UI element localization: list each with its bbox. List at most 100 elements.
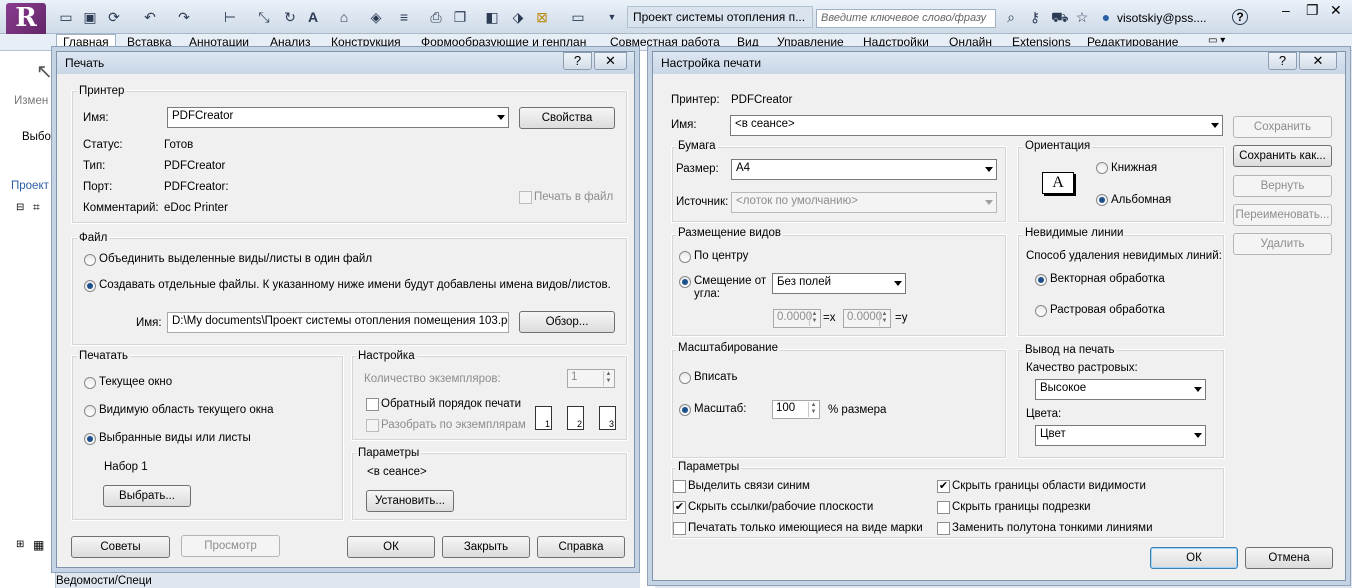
- file-name-input[interactable]: D:\My documents\Проект системы отопления…: [167, 312, 509, 333]
- close-app-icon[interactable]: ✕: [1330, 2, 1342, 19]
- tab-annotate[interactable]: Аннотации: [189, 35, 249, 49]
- user-icon[interactable]: ●: [1098, 9, 1114, 25]
- reverse-order-checkbox[interactable]: [366, 398, 379, 411]
- setup-button[interactable]: Установить...: [366, 490, 454, 512]
- select-button[interactable]: Выбрать...: [103, 485, 191, 507]
- option-halftone-checkbox[interactable]: [937, 522, 950, 535]
- colors-select[interactable]: Цвет: [1035, 425, 1206, 446]
- tab-extensions[interactable]: Extensions: [1012, 35, 1071, 49]
- ribbon-toggle-icon[interactable]: ▭ ▾: [1208, 35, 1225, 46]
- separate-files-radio[interactable]: [84, 280, 96, 292]
- redo-icon[interactable]: ↷: [176, 9, 192, 25]
- zoom-input[interactable]: 100 ▲ ▼: [772, 400, 820, 419]
- undo-icon[interactable]: ↶: [142, 9, 158, 25]
- selected-views-radio[interactable]: [84, 433, 96, 445]
- 3d-view-icon[interactable]: ⌂: [336, 9, 352, 25]
- open-icon[interactable]: ▭: [58, 9, 74, 25]
- current-window-radio[interactable]: [84, 377, 96, 389]
- offset-radio[interactable]: [679, 276, 691, 288]
- switch-windows-icon[interactable]: ❐: [452, 9, 468, 25]
- preview-button[interactable]: Просмотр: [181, 535, 280, 557]
- option-highlight-links-checkbox[interactable]: [673, 480, 686, 493]
- revert-button[interactable]: Вернуть: [1233, 175, 1332, 197]
- tab-analyze[interactable]: Анализ: [270, 35, 311, 49]
- minimize-icon[interactable]: –: [1282, 2, 1290, 18]
- portrait-radio[interactable]: [1096, 162, 1108, 174]
- help-icon[interactable]: ?: [1232, 9, 1248, 25]
- measure-icon[interactable]: ⊢: [222, 9, 238, 25]
- tab-addins[interactable]: Надстройки: [863, 35, 929, 49]
- print-help-button[interactable]: ?: [563, 52, 592, 70]
- rotate-icon[interactable]: ⬗: [510, 9, 526, 25]
- setup-ok-button[interactable]: ОК: [1150, 547, 1238, 569]
- tree-expand-icon[interactable]: ⊟: [16, 202, 24, 213]
- raster-radio[interactable]: [1035, 305, 1047, 317]
- paper-source-select[interactable]: <лоток по умолчанию>: [731, 192, 997, 213]
- thin-lines-icon[interactable]: ≡: [396, 9, 412, 25]
- tab-view[interactable]: Вид: [737, 35, 759, 49]
- tab-massing[interactable]: Формообразующие и генплан: [421, 35, 586, 49]
- dropdown-icon[interactable]: ▼: [604, 9, 620, 25]
- print-ok-button[interactable]: ОК: [347, 536, 435, 558]
- filter-icon[interactable]: ⊠: [534, 9, 550, 25]
- paper-size-select[interactable]: A4: [731, 159, 997, 180]
- option-print-tags-checkbox[interactable]: [673, 522, 686, 535]
- print-to-file-checkbox[interactable]: [519, 191, 532, 204]
- binoculars-icon[interactable]: ⌕: [1003, 9, 1019, 25]
- setup-cancel-button[interactable]: Отмена: [1245, 547, 1333, 569]
- tree-expand-icon-2[interactable]: ⊞: [16, 539, 24, 550]
- save-as-button[interactable]: Сохранить как...: [1233, 145, 1332, 167]
- raster-quality-select[interactable]: Высокое: [1035, 379, 1206, 400]
- search-input[interactable]: Введите ключевое слово/фразу: [816, 9, 996, 28]
- text-icon[interactable]: A: [305, 9, 321, 25]
- option-hide-scope-checkbox[interactable]: ✔: [937, 480, 950, 493]
- browse-button[interactable]: Обзор...: [519, 311, 615, 333]
- tab-collaborate[interactable]: Совместная работа: [610, 35, 720, 49]
- option-hide-crop-checkbox[interactable]: [937, 501, 950, 514]
- margin-select[interactable]: Без полей: [772, 273, 906, 294]
- save-button[interactable]: Сохранить: [1233, 116, 1332, 138]
- collate-checkbox[interactable]: [366, 419, 379, 432]
- delete-button[interactable]: Удалить: [1233, 233, 1332, 255]
- landscape-radio[interactable]: [1096, 194, 1108, 206]
- zoom-radio[interactable]: [679, 404, 691, 416]
- key-icon[interactable]: ⚷: [1027, 9, 1043, 25]
- section-icon[interactable]: ◈: [368, 9, 384, 25]
- tab-insert[interactable]: Вставка: [127, 35, 172, 49]
- save-icon[interactable]: ▣: [82, 9, 98, 25]
- tips-button[interactable]: Советы: [71, 536, 170, 558]
- setup-name-select[interactable]: <в сеансе>: [730, 115, 1223, 136]
- tab-structure[interactable]: Конструкция: [331, 35, 401, 49]
- properties-button[interactable]: Свойства: [519, 107, 615, 129]
- rename-button[interactable]: Переименовать...: [1233, 204, 1332, 226]
- x-offset-input[interactable]: 0.0000 ▲ ▼: [773, 309, 821, 328]
- tab-modify[interactable]: Редактирование: [1087, 35, 1178, 49]
- copies-input[interactable]: 1 ▲ ▼: [567, 369, 615, 388]
- customize-icon[interactable]: ▭: [570, 9, 586, 25]
- tab-home[interactable]: Главная: [56, 34, 116, 51]
- tab-online[interactable]: Онлайн: [949, 35, 992, 49]
- sync-icon[interactable]: ⟳: [106, 9, 122, 25]
- print-close-button[interactable]: ✕: [594, 52, 627, 70]
- star-icon[interactable]: ☆: [1074, 9, 1090, 25]
- dimension-icon[interactable]: ⤡: [256, 9, 272, 25]
- setup-help-button[interactable]: ?: [1268, 52, 1297, 70]
- cart-icon[interactable]: ⛟: [1051, 9, 1069, 25]
- print-help-btn[interactable]: Справка: [537, 536, 625, 558]
- tag-icon[interactable]: ↻: [282, 9, 298, 25]
- close-hidden-icon[interactable]: ⎙: [428, 9, 444, 25]
- center-radio[interactable]: [679, 251, 691, 263]
- print-close-btn[interactable]: Закрыть: [442, 536, 530, 558]
- vector-radio[interactable]: [1035, 274, 1047, 286]
- tab-manage[interactable]: Управление: [777, 35, 844, 49]
- y-offset-input[interactable]: 0.0000 ▲ ▼: [843, 309, 891, 328]
- restore-icon[interactable]: ❐: [1306, 2, 1319, 19]
- merge-files-radio[interactable]: [84, 254, 96, 266]
- user-name[interactable]: visotskiy@pss....: [1117, 11, 1207, 25]
- setup-close-button[interactable]: ✕: [1299, 52, 1337, 70]
- tile-icon[interactable]: ◧: [484, 9, 500, 25]
- printer-name-select[interactable]: PDFCreator: [167, 107, 509, 128]
- option-hide-refs-checkbox[interactable]: ✔: [673, 501, 686, 514]
- fit-radio[interactable]: [679, 372, 691, 384]
- visible-area-radio[interactable]: [84, 405, 96, 417]
